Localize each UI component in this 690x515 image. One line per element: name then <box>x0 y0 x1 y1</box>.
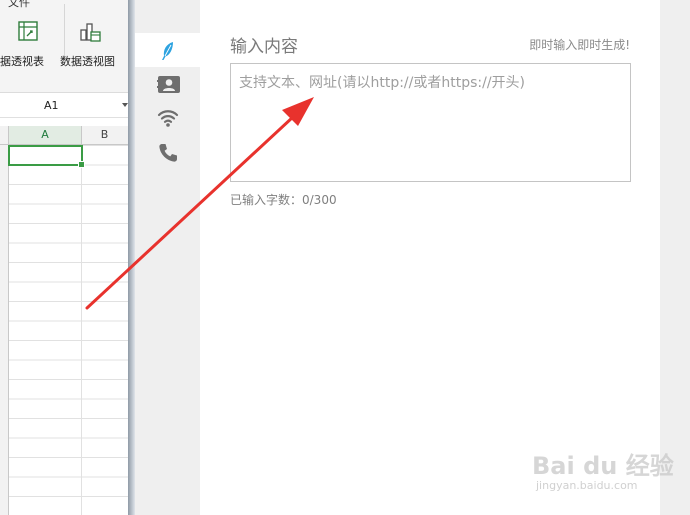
ribbon: 文件 据透视表 数据透视图 <box>0 0 128 93</box>
pivot-table-icon <box>17 20 39 42</box>
column-header-b[interactable]: B <box>81 126 128 144</box>
contact-card-icon <box>157 76 180 93</box>
cell-grid[interactable] <box>0 145 128 515</box>
column-header-row: A B <box>0 126 128 145</box>
watermark-logo: Bai du 经验 <box>532 452 674 480</box>
window-border <box>128 0 135 515</box>
formula-bar: A1 <box>0 93 128 118</box>
watermark-url: jingyan.baidu.com <box>536 479 638 492</box>
content-input[interactable]: 支持文本、网址(请以http://或者https://开头) <box>230 63 631 182</box>
content-panel: 输入内容 即时输入即时生成! 支持文本、网址(请以http://或者https:… <box>200 0 660 515</box>
page-title: 输入内容 <box>230 37 298 57</box>
name-box[interactable]: A1 <box>44 99 59 112</box>
pivot-chart-icon <box>78 20 101 42</box>
baidu-jingyan-watermark: Bai du 经验 jingyan.baidu.com <box>532 446 674 496</box>
row-header-column[interactable] <box>0 145 9 515</box>
pivot-chart-label: 数据透视图 <box>60 55 115 68</box>
pivot-table-label: 据透视表 <box>0 55 44 68</box>
phone-icon <box>159 144 177 162</box>
instant-hint: 即时输入即时生成! <box>529 38 630 52</box>
type-sidebar <box>135 0 200 515</box>
fill-handle[interactable] <box>78 161 85 168</box>
column-header-a[interactable]: A <box>8 126 82 144</box>
sidebar-item-wifi[interactable] <box>135 101 200 135</box>
character-counter: 已输入字数：0/300 <box>230 193 337 207</box>
window-gutter <box>660 0 690 515</box>
sidebar-item-text[interactable] <box>135 33 200 67</box>
sidebar-item-contact[interactable] <box>135 67 200 101</box>
pivot-table-button[interactable]: 据透视表 <box>0 20 56 70</box>
spreadsheet-window: 文件 据透视表 数据透视图 A1 A B <box>0 0 128 515</box>
pivot-chart-button[interactable]: 数据透视图 <box>60 20 128 70</box>
sidebar-item-phone[interactable] <box>135 135 200 169</box>
wifi-icon <box>157 110 179 127</box>
feather-icon <box>162 42 173 60</box>
menu-file[interactable]: 文件 <box>8 0 30 10</box>
input-placeholder: 支持文本、网址(请以http://或者https://开头) <box>239 75 525 91</box>
selected-cell-a1[interactable] <box>8 145 83 166</box>
